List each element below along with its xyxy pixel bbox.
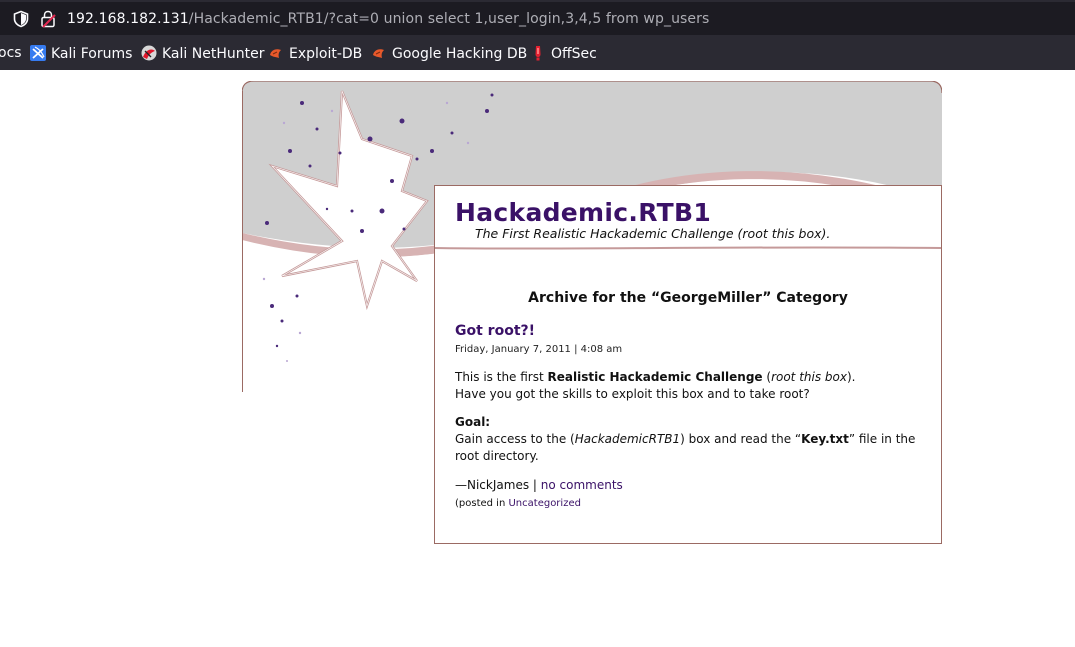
bookmark-offsec[interactable]: OffSec bbox=[530, 45, 597, 62]
bookmarks-toolbar: ocs Kali Forums Kali NetHunter Exploit-D… bbox=[0, 37, 1075, 71]
blog-description: The First Realistic Hackademic Challenge… bbox=[475, 226, 831, 241]
bookmark-label: Google Hacking DB bbox=[392, 46, 528, 62]
content-panel: Hackademic.RTB1 The First Realistic Hack… bbox=[434, 185, 942, 544]
bookmark-docs[interactable]: ocs bbox=[0, 45, 22, 61]
kali-forums-icon bbox=[30, 45, 46, 61]
bold-text: Key.txt bbox=[801, 432, 849, 446]
lock-warning-icon[interactable] bbox=[40, 10, 56, 28]
bookmark-kali-nethunter[interactable]: Kali NetHunter bbox=[141, 45, 264, 62]
post-body: This is the first Realistic Hackademic C… bbox=[455, 369, 925, 476]
offsec-icon bbox=[535, 46, 541, 61]
url-path: /Hackademic_RTB1/?cat=0 union select 1,u… bbox=[188, 11, 710, 27]
shield-icon[interactable] bbox=[12, 10, 30, 28]
posted-in-label: (posted in bbox=[455, 498, 509, 509]
bookmark-label: OffSec bbox=[551, 46, 597, 62]
bookmark-label: Kali Forums bbox=[51, 46, 133, 62]
kali-nethunter-icon bbox=[141, 45, 157, 61]
post-paragraph-goal: Goal: Gain access to the (HackademicRTB1)… bbox=[455, 414, 925, 465]
bookmark-google-hacking-db[interactable]: Google Hacking DB bbox=[371, 45, 527, 62]
post-date: Friday, January 7, 2011 | 4:08 am bbox=[455, 344, 623, 355]
bookmark-label: Kali NetHunter bbox=[162, 46, 265, 62]
text: Have you got the skills to exploit this … bbox=[455, 387, 810, 401]
bookmark-kali-forums[interactable]: Kali Forums bbox=[30, 45, 132, 62]
archive-suffix: ” Category bbox=[762, 290, 848, 306]
archive-prefix: Archive for the “ bbox=[528, 290, 661, 306]
italic-text: root this box bbox=[771, 370, 847, 384]
text: ). bbox=[846, 370, 856, 384]
url-bar[interactable]: 192.168.182.131/Hackademic_RTB1/?cat=0 u… bbox=[0, 2, 1075, 35]
text: ( bbox=[762, 370, 772, 384]
bookmark-exploit-db[interactable]: Exploit-DB bbox=[268, 45, 362, 62]
category-link[interactable]: Uncategorized bbox=[508, 498, 580, 509]
archive-heading: Archive for the “GeorgeMiller” Category bbox=[435, 290, 941, 306]
bookmark-label: ocs bbox=[0, 45, 22, 61]
separator: | bbox=[529, 478, 541, 492]
post-title-link[interactable]: Got root?! bbox=[455, 323, 535, 339]
bookmark-label: Exploit-DB bbox=[289, 46, 363, 62]
post-meta: —NickJames | no comments bbox=[455, 478, 623, 492]
browser-toolbar: 192.168.182.131/Hackademic_RTB1/?cat=0 u… bbox=[0, 0, 1075, 37]
exploit-db-icon bbox=[270, 49, 281, 58]
url-text[interactable]: 192.168.182.131/Hackademic_RTB1/?cat=0 u… bbox=[67, 11, 709, 27]
text: Gain access to the ( bbox=[455, 432, 575, 446]
text: This is the first bbox=[455, 370, 548, 384]
text: ) box and read the “ bbox=[680, 432, 802, 446]
italic-text: HackademicRTB1 bbox=[574, 432, 681, 446]
bold-text: Realistic Hackademic Challenge bbox=[547, 370, 763, 384]
url-host: 192.168.182.131 bbox=[67, 11, 189, 27]
post-paragraph-intro: This is the first Realistic Hackademic C… bbox=[455, 369, 925, 403]
comments-link[interactable]: no comments bbox=[541, 478, 623, 492]
web-page: Hackademic.RTB1 The First Realistic Hack… bbox=[0, 70, 1075, 647]
goal-label: Goal: bbox=[455, 415, 491, 429]
post-category: (posted in Uncategorized bbox=[455, 498, 581, 509]
post-author: —NickJames bbox=[455, 478, 530, 492]
blog-title[interactable]: Hackademic.RTB1 bbox=[455, 198, 711, 227]
blog-header: Hackademic.RTB1 The First Realistic Hack… bbox=[435, 186, 941, 248]
header-divider bbox=[435, 246, 941, 250]
archive-category: GeorgeMiller bbox=[660, 290, 763, 306]
google-hacking-db-icon bbox=[373, 49, 384, 58]
